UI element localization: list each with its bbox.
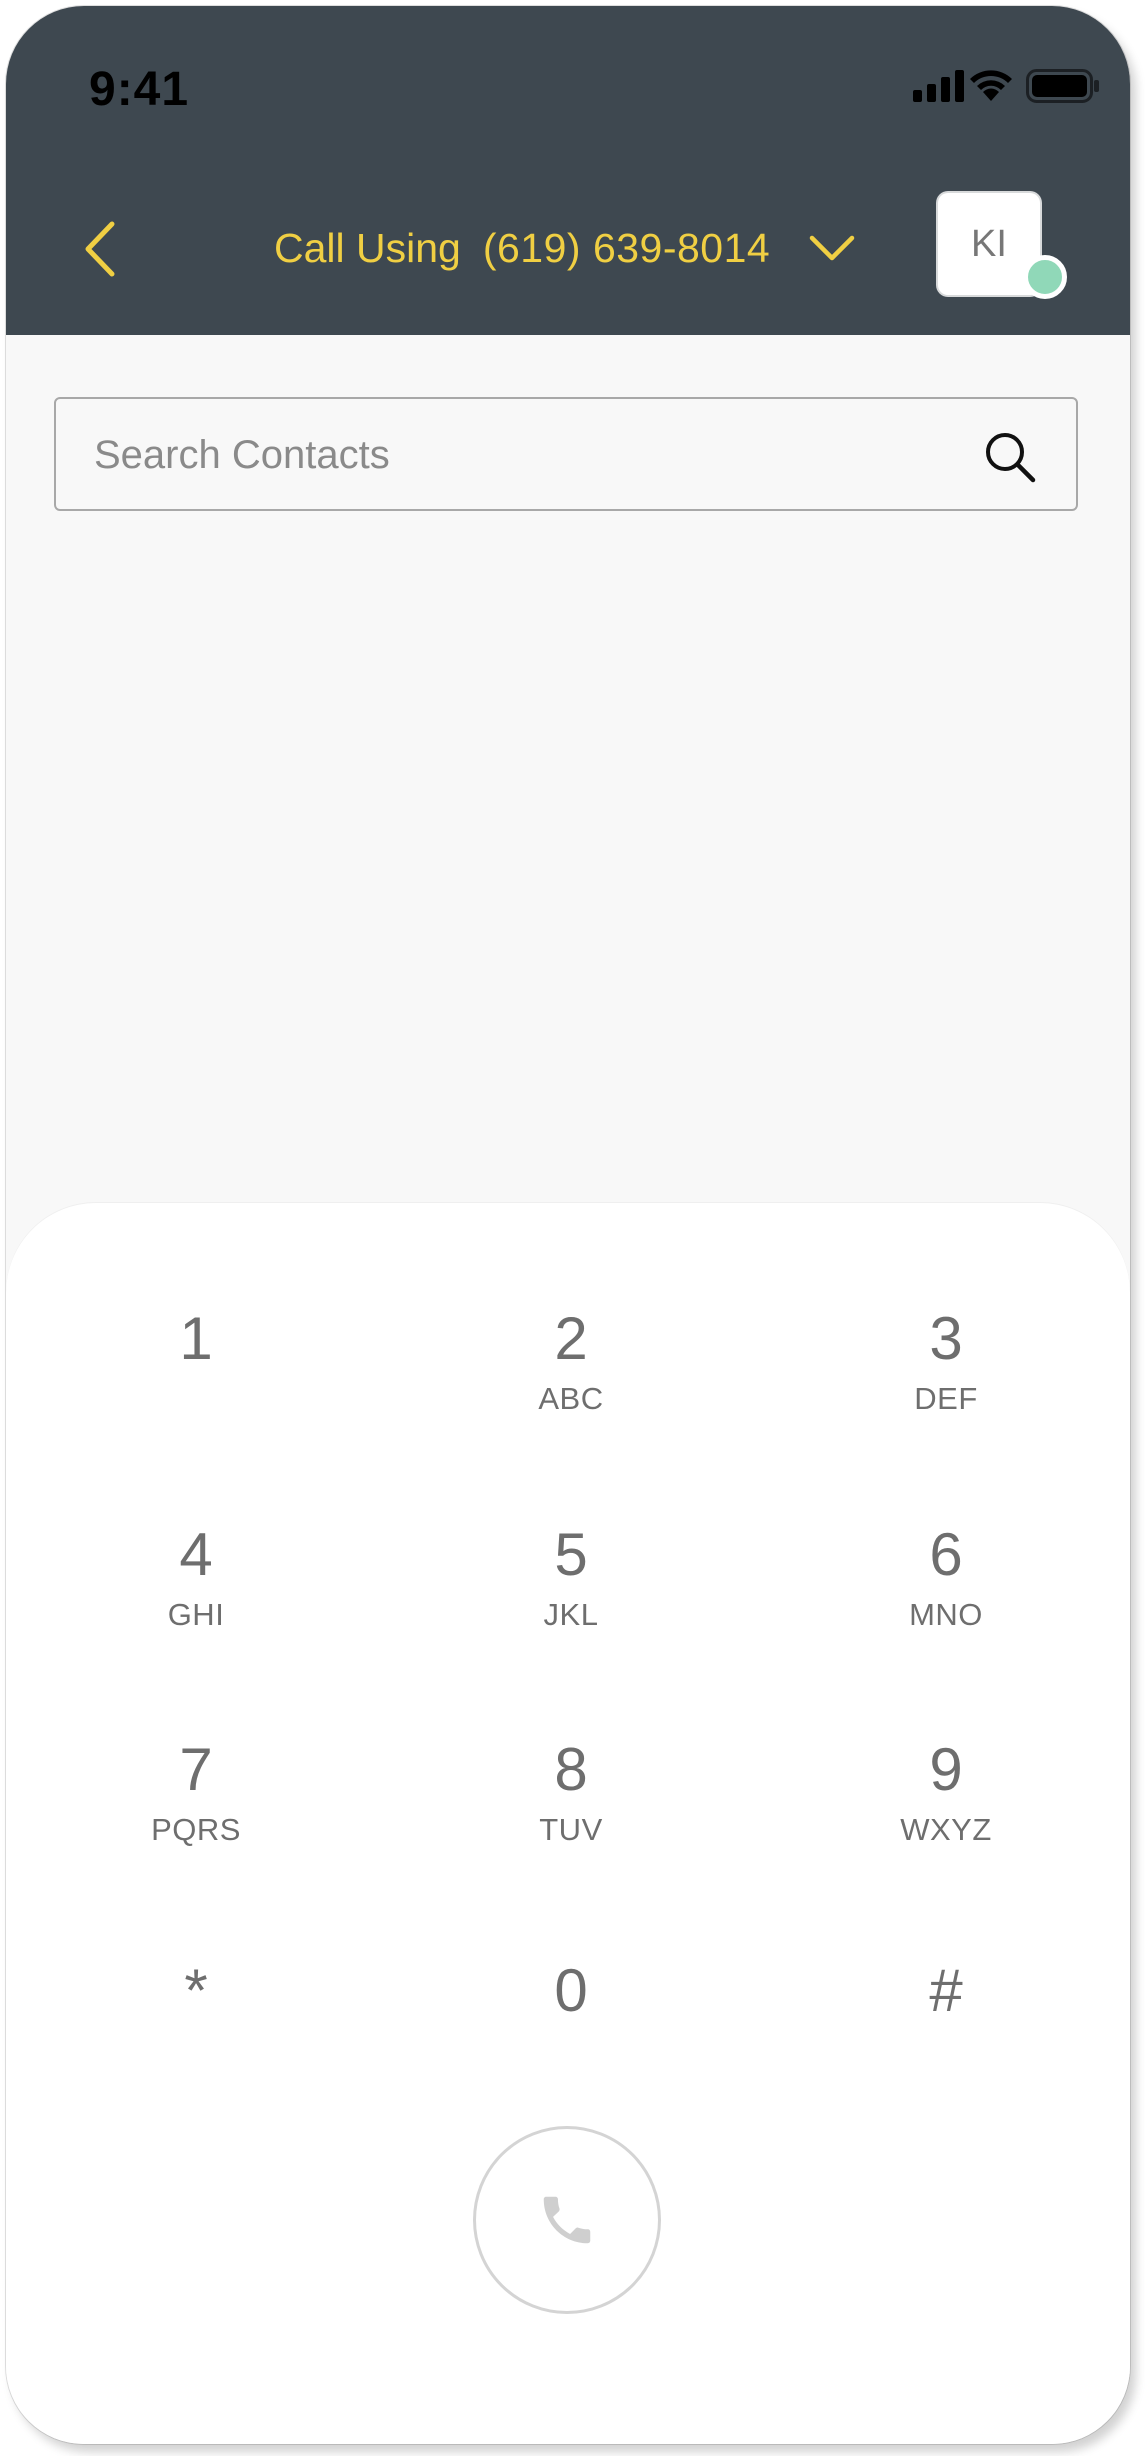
key-letters: TUV xyxy=(539,1812,603,1847)
key-digit: 4 xyxy=(179,1521,213,1588)
key-letters: MNO xyxy=(909,1597,983,1632)
key-letters: DEF xyxy=(914,1381,978,1416)
key-digit: 3 xyxy=(929,1305,963,1372)
key-4[interactable]: 4 GHI xyxy=(76,1519,316,1689)
back-button[interactable] xyxy=(78,218,122,280)
key-digit: 7 xyxy=(179,1736,213,1803)
key-5[interactable]: 5 JKL xyxy=(451,1519,691,1689)
key-digit: 0 xyxy=(554,1957,588,2024)
key-letters: GHI xyxy=(167,1597,225,1632)
key-letters: JKL xyxy=(543,1597,599,1632)
key-letters: PQRS xyxy=(151,1812,241,1847)
key-digit: # xyxy=(929,1957,963,2024)
key-2[interactable]: 2 ABC xyxy=(451,1303,691,1473)
phone-screen: 9:41 Call Using (619) 639-8014 KI Search… xyxy=(6,6,1130,2444)
status-time: 9:41 xyxy=(89,63,190,116)
key-6[interactable]: 6 MNO xyxy=(826,1519,1066,1689)
key-digit: * xyxy=(184,1957,208,2024)
key-digit: 8 xyxy=(554,1736,588,1803)
search-input[interactable] xyxy=(92,419,956,491)
search-icon[interactable] xyxy=(984,431,1036,483)
key-hash[interactable]: # xyxy=(826,1955,1066,2125)
search-box xyxy=(54,397,1078,511)
call-button[interactable] xyxy=(473,2126,661,2314)
battery-icon xyxy=(1026,69,1099,103)
key-digit: 6 xyxy=(929,1521,963,1588)
key-letters: WXYZ xyxy=(900,1812,992,1847)
presence-status-dot xyxy=(1023,255,1067,299)
header-bar: 9:41 Call Using (619) 639-8014 KI xyxy=(6,6,1130,335)
key-9[interactable]: 9 WXYZ xyxy=(826,1734,1066,1904)
avatar-initials: KI xyxy=(971,222,1007,265)
key-letters: ABC xyxy=(538,1381,604,1416)
wifi-icon xyxy=(970,70,1012,101)
key-digit: 9 xyxy=(929,1736,963,1803)
signal-icon xyxy=(913,70,964,102)
call-using-selector[interactable]: Call Using (619) 639-8014 xyxy=(274,218,856,278)
chevron-down-icon xyxy=(809,235,855,261)
key-star[interactable]: * xyxy=(76,1955,316,2125)
call-using-label: Call Using xyxy=(274,224,461,271)
call-using-number: (619) 639-8014 xyxy=(482,224,771,271)
chevron-left-icon xyxy=(85,221,115,277)
key-8[interactable]: 8 TUV xyxy=(451,1734,691,1904)
key-3[interactable]: 3 DEF xyxy=(826,1303,1066,1473)
key-7[interactable]: 7 PQRS xyxy=(76,1734,316,1904)
key-digit: 2 xyxy=(554,1305,588,1372)
key-1[interactable]: 1 xyxy=(76,1303,316,1473)
key-digit: 5 xyxy=(554,1521,588,1588)
key-0[interactable]: 0 xyxy=(451,1955,691,2125)
key-digit: 1 xyxy=(179,1305,213,1372)
phone-icon xyxy=(543,2196,591,2244)
